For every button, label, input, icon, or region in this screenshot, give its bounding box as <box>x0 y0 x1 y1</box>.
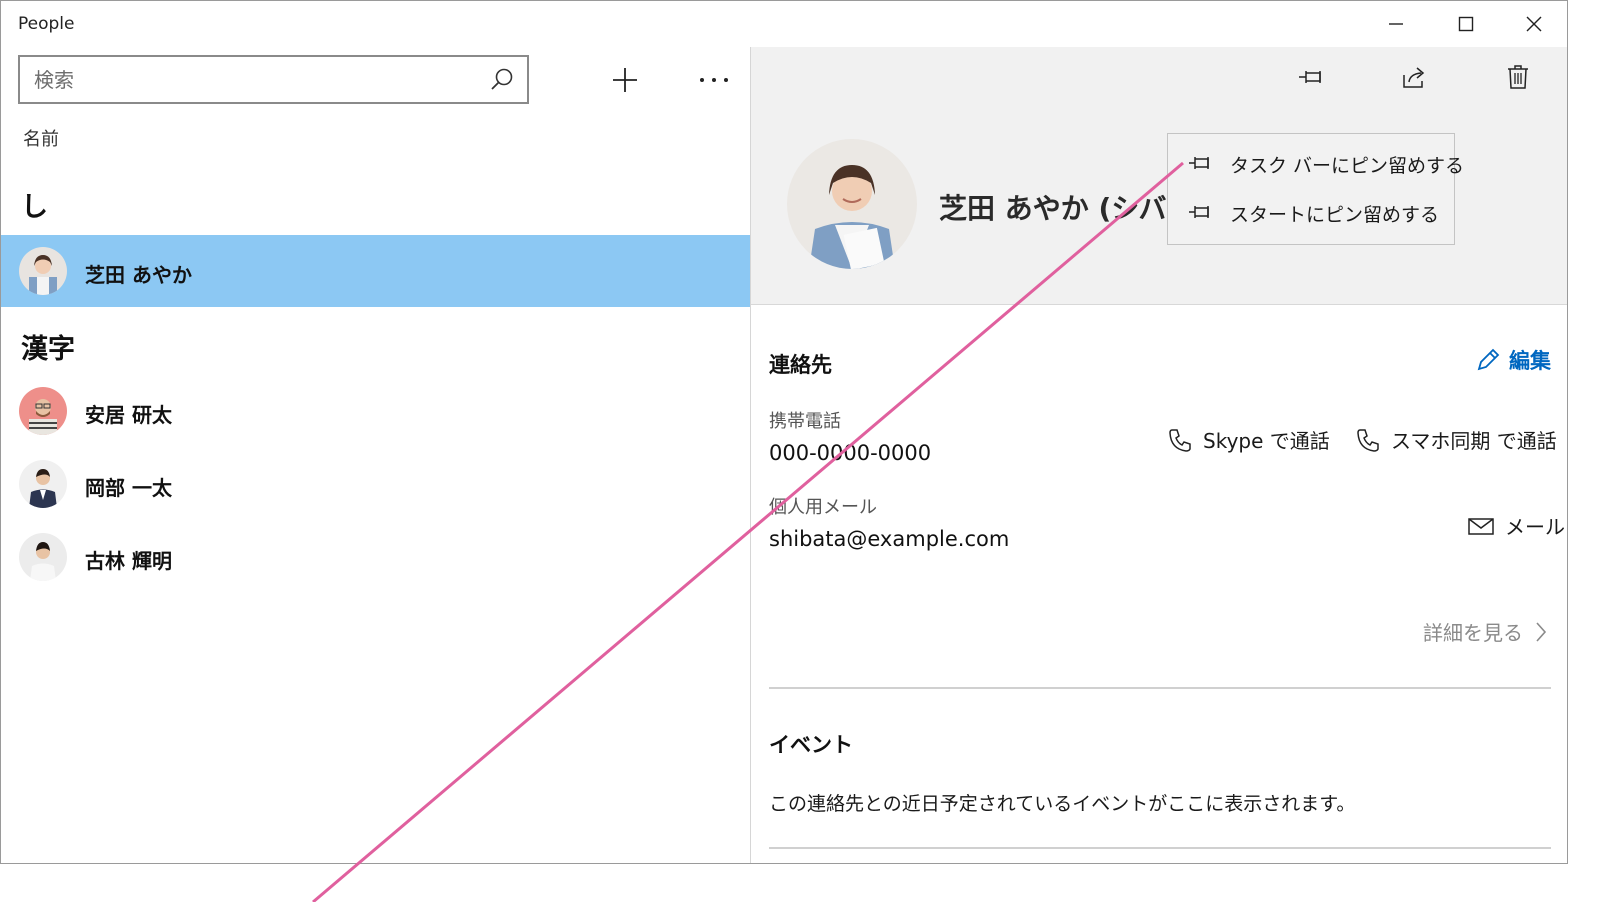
pin-to-taskbar-item[interactable]: タスク バーにピン留めする <box>1168 139 1464 187</box>
group-heading[interactable]: し <box>21 185 48 224</box>
maximize-button[interactable] <box>1431 1 1501 47</box>
close-button[interactable] <box>1499 1 1567 47</box>
contact-display-name: 芝田 あやか (シバタ <box>939 192 1195 225</box>
phone-value[interactable]: 000-0000-0000 <box>769 441 931 465</box>
share-icon <box>1403 67 1425 88</box>
contact-item[interactable]: 岡部 一太 <box>1 448 750 520</box>
send-mail-button[interactable]: メール <box>1467 511 1565 540</box>
email-label: 個人用メール <box>769 497 877 518</box>
pin-icon <box>1188 155 1214 175</box>
maximize-icon <box>1458 16 1474 32</box>
pin-menu: タスク バーにピン留めする スタートにピン留めする <box>1167 133 1464 245</box>
app-title: People <box>18 14 75 34</box>
mail-icon <box>1468 517 1494 535</box>
more-options-button[interactable] <box>689 55 739 105</box>
phone-icon <box>1357 428 1379 452</box>
search-icon[interactable] <box>489 67 515 97</box>
contact-name: 岡部 一太 <box>85 476 172 500</box>
group-heading[interactable]: 漢字 <box>21 327 75 366</box>
mail-label: メール <box>1505 515 1565 539</box>
contact-list-pane: 名前 し 芝田 あやか 漢字 安居 研太 岡部 一太 古林 輝明 <box>1 47 750 863</box>
search-input[interactable] <box>34 57 474 102</box>
contact-item[interactable]: 芝田 あやか <box>1 235 750 307</box>
menu-item-label: スタートにピン留めする <box>1230 204 1440 226</box>
name-column-header[interactable]: 名前 <box>23 125 59 151</box>
pin-button[interactable] <box>1287 57 1337 97</box>
menu-item-label: タスク バーにピン留めする <box>1230 155 1465 177</box>
phone-link-call-button[interactable]: スマホ同期 で通話 <box>1355 425 1557 454</box>
phone-link-call-label: スマホ同期 で通話 <box>1391 429 1557 453</box>
contact-section-title: 連絡先 <box>769 353 832 377</box>
search-box <box>18 55 529 104</box>
section-divider <box>769 847 1551 849</box>
contact-detail-pane: 芝田 あやか (シバタ タスク バーにピン留めする スタートにピン留めする 連絡… <box>751 47 1567 863</box>
contact-item[interactable]: 安居 研太 <box>1 375 750 447</box>
edit-label: 編集 <box>1509 349 1551 373</box>
share-button[interactable] <box>1389 57 1439 97</box>
pencil-icon <box>1477 348 1500 371</box>
see-more-label: 詳細を見る <box>1423 621 1523 645</box>
close-icon <box>1526 16 1542 32</box>
pin-to-start-item[interactable]: スタートにピン留めする <box>1168 188 1454 236</box>
people-window: People 名前 し 芝田 あやか <box>0 0 1568 864</box>
contact-name: 芝田 あやか <box>85 263 192 287</box>
skype-call-button[interactable]: Skype で通話 <box>1167 425 1330 454</box>
events-section-title: イベント <box>769 733 853 757</box>
trash-icon <box>1508 65 1528 89</box>
contact-photo <box>787 139 917 269</box>
contact-name: 古林 輝明 <box>85 549 172 573</box>
minimize-icon <box>1389 23 1403 25</box>
plus-icon <box>613 68 637 92</box>
section-divider <box>769 687 1551 689</box>
events-empty-text: この連絡先との近日予定されているイベントがここに表示されます。 <box>769 793 1356 815</box>
add-contact-button[interactable] <box>600 55 650 105</box>
avatar <box>19 387 67 435</box>
email-value[interactable]: shibata@example.com <box>769 527 1009 551</box>
avatar <box>19 247 67 295</box>
phone-label: 携帯電話 <box>769 411 841 432</box>
pin-icon <box>1299 71 1321 83</box>
phone-icon <box>1169 428 1191 452</box>
pin-icon <box>1188 204 1214 224</box>
avatar <box>19 533 67 581</box>
avatar <box>19 460 67 508</box>
chevron-right-icon <box>1536 621 1547 642</box>
edit-button[interactable]: 編集 <box>1475 345 1551 375</box>
delete-button[interactable] <box>1493 57 1543 97</box>
contact-item[interactable]: 古林 輝明 <box>1 521 750 593</box>
more-icon <box>700 78 728 82</box>
see-more-link[interactable]: 詳細を見る <box>1423 617 1547 646</box>
contact-name: 安居 研太 <box>85 403 172 427</box>
minimize-button[interactable] <box>1361 1 1431 47</box>
skype-call-label: Skype で通話 <box>1203 429 1330 453</box>
title-bar: People <box>1 1 1567 47</box>
contact-header: 芝田 あやか (シバタ タスク バーにピン留めする スタートにピン留めする <box>751 47 1567 305</box>
